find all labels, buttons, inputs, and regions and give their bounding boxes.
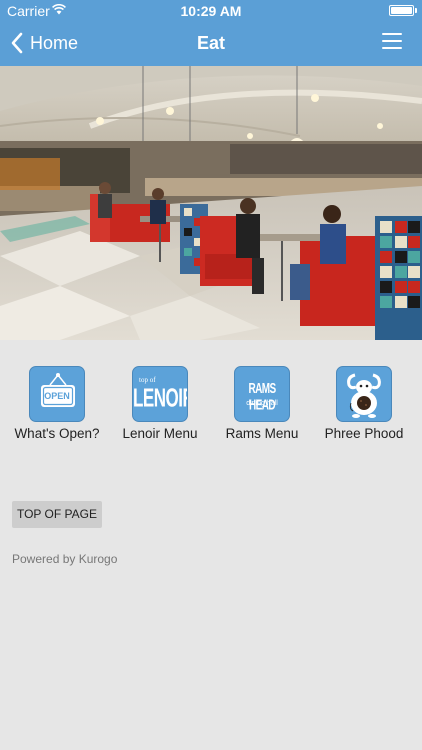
rams-head-small-text: dining hall [246, 400, 278, 407]
module-label: What's Open? [14, 426, 100, 441]
powered-by-text: Powered by Kurogo [12, 552, 118, 566]
ram-mascot-icon [336, 366, 392, 422]
hamburger-menu-icon[interactable] [382, 33, 402, 49]
battery-tip [415, 8, 417, 13]
rams-head-logo-text: RAMS HEAD [248, 381, 276, 414]
lenoir-logo-icon: top of LENOIR [132, 366, 188, 422]
rams-head-logo-icon: RAMS HEAD dining hall [234, 366, 290, 422]
top-of-page-button[interactable]: TOP OF PAGE [12, 501, 102, 528]
nav-header: Carrier 10:29 AM Home Eat [0, 0, 422, 66]
module-label: Rams Menu [225, 426, 299, 441]
module-label: Lenoir Menu [122, 426, 198, 441]
module-grid: OPEN What's Open? top of LENOIR Lenoir M… [0, 366, 422, 446]
dining-hall-photo [0, 66, 422, 340]
lenoir-small-text: top of [139, 376, 156, 384]
module-phree-phood[interactable]: Phree Phood [314, 366, 414, 446]
open-sign-icon: OPEN [29, 366, 85, 422]
status-bar: Carrier 10:29 AM [0, 0, 422, 22]
module-whats-open[interactable]: OPEN What's Open? [7, 366, 107, 446]
status-time: 10:29 AM [180, 3, 242, 19]
open-sign-text: OPEN [44, 391, 70, 401]
battery-icon [389, 5, 414, 16]
module-label: Phree Phood [324, 426, 404, 441]
module-lenoir-menu[interactable]: top of LENOIR Lenoir Menu [110, 366, 210, 446]
module-rams-menu[interactable]: RAMS HEAD dining hall Rams Menu [212, 366, 312, 446]
page-title: Eat [196, 33, 225, 53]
lenoir-logo-text: LENOIR [133, 384, 187, 413]
